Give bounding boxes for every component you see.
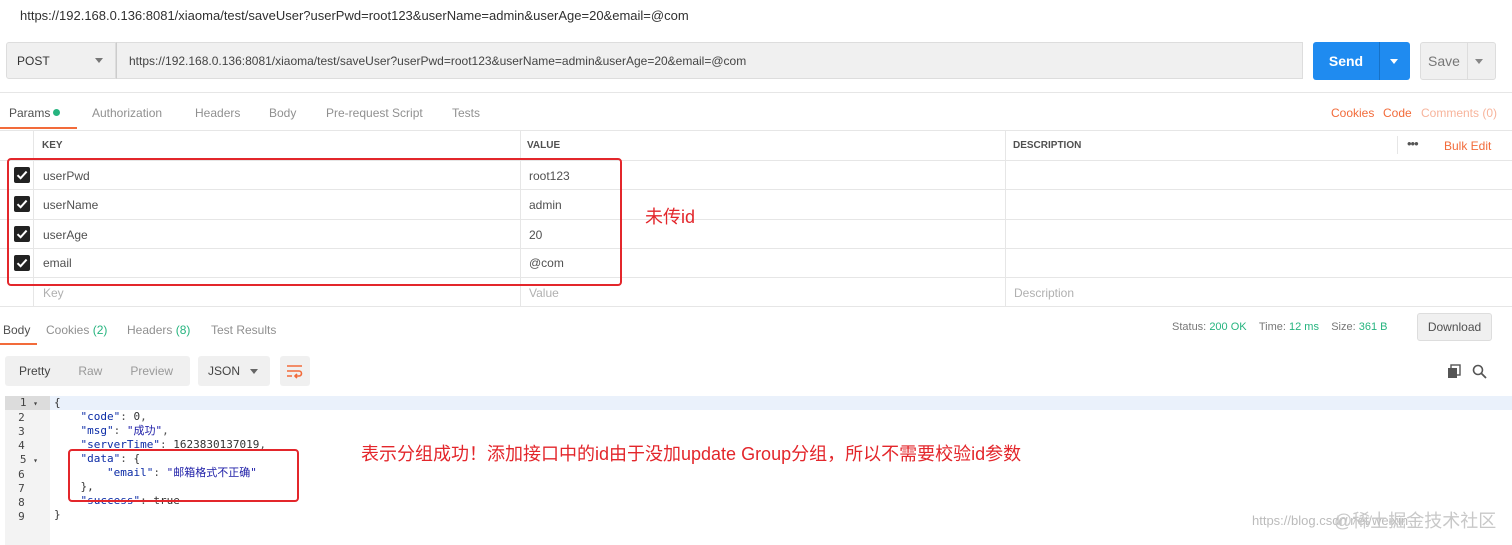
send-label: Send [1328,53,1364,69]
save-label: Save [1428,53,1460,69]
view-mode-preview[interactable]: Preview [116,364,187,378]
chevron-down-icon[interactable] [1390,58,1398,64]
code-line: "code": 0, [80,410,147,423]
status-value: 200 OK [1209,321,1247,333]
annotation-note: 表示分组成功！添加接口中的id由于没加update Group分组，所以不需要校… [361,444,1022,464]
code-line: { [54,396,61,409]
bulk-edit-link[interactable]: Bulk Edit [1444,139,1491,153]
view-mode-raw[interactable]: Raw [64,364,116,378]
response-tab-headers[interactable]: Headers (8) [127,323,190,337]
download-button[interactable]: Download [1417,313,1492,341]
tab-tests[interactable]: Tests [452,106,480,120]
request-title: https://192.168.0.136:8081/xiaoma/test/s… [20,8,689,23]
tab-body[interactable]: Body [269,106,296,120]
active-tab-indicator [0,343,37,345]
column-header-key: KEY [42,140,63,151]
response-tab-cookies[interactable]: Cookies (2) [46,323,107,337]
chevron-down-icon [95,58,103,63]
response-tab-body[interactable]: Body [3,323,30,337]
line-numbers: 1 ▾ 2 3 4 5 ▾ 6 7 8 9 [18,396,38,523]
status-readout: Status: 200 OK Time: 12 ms Size: 361 B [1172,321,1388,333]
more-icon[interactable]: ••• [1407,136,1419,151]
new-value-input[interactable]: Value [529,286,559,300]
annotation-note: 未传id [645,207,696,227]
send-button[interactable]: Send [1313,42,1410,80]
tab-authorization[interactable]: Authorization [92,106,162,120]
code-line: } [54,508,61,521]
chevron-down-icon [250,369,258,374]
code-link[interactable]: Code [1383,106,1412,120]
comments-link[interactable]: Comments (0) [1421,106,1497,120]
column-header-value: VALUE [527,140,561,151]
active-tab-indicator [0,127,77,129]
code-line: "msg": "成功", [80,424,169,437]
size-value: 361 B [1358,321,1388,333]
view-mode-pretty[interactable]: Pretty [5,364,64,378]
time-value: 12 ms [1289,321,1319,333]
new-description-input[interactable]: Description [1014,286,1074,300]
save-button[interactable]: Save [1420,42,1496,80]
wrap-lines-button[interactable] [280,356,310,386]
annotation-box [7,158,622,286]
url-text: https://192.168.0.136:8081/xiaoma/test/s… [129,53,747,68]
tab-headers[interactable]: Headers [195,106,240,120]
copy-icon[interactable] [1447,364,1462,382]
status-dot-icon [53,109,61,116]
response-tab-test-results[interactable]: Test Results [211,323,276,337]
chevron-down-icon[interactable] [1475,58,1483,64]
tab-params[interactable]: Params [9,106,61,120]
annotation-box [68,449,299,502]
format-select[interactable]: JSON [198,356,270,386]
method-select[interactable]: POST [6,42,116,79]
column-header-description: DESCRIPTION [1013,140,1082,151]
watermark-juejin: @稀土掘金技术社区 [1334,511,1497,531]
search-icon[interactable] [1472,364,1487,382]
tab-pre-request-script[interactable]: Pre-request Script [326,106,423,120]
view-mode-group: Pretty Raw Preview [5,356,190,386]
url-input[interactable]: https://192.168.0.136:8081/xiaoma/test/s… [116,42,1303,79]
new-key-input[interactable]: Key [43,286,64,300]
method-label: POST [17,53,50,68]
cookies-link[interactable]: Cookies [1331,106,1374,120]
wrap-icon [287,365,303,379]
